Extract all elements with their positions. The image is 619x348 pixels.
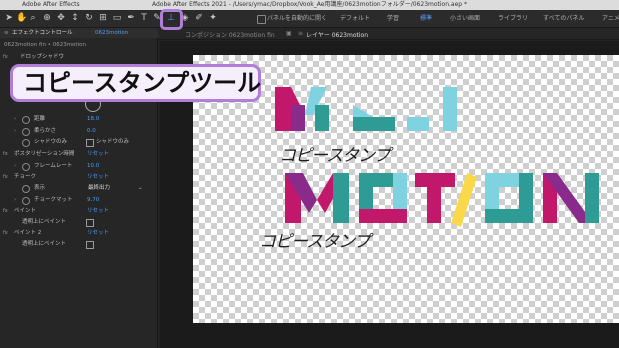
pen-tool-icon[interactable]: ✒ bbox=[126, 13, 136, 24]
panel-menu-icon[interactable]: ≡ bbox=[4, 28, 9, 38]
property-distance: › 距離 18.0 bbox=[0, 114, 158, 125]
twirl-right-icon[interactable]: › bbox=[14, 114, 16, 125]
app-menu-label[interactable]: Adobe After Effects bbox=[22, 0, 80, 10]
stopwatch-icon[interactable] bbox=[22, 197, 30, 205]
auto-open-panels-checkbox[interactable] bbox=[257, 15, 266, 24]
zoom-tool-icon[interactable]: ⌕ bbox=[28, 13, 38, 24]
tools-toolbar: ➤ ✋ ⌕ ⊕ ✥ ↕ ↻ ⊞ ▭ ✒ T ✎ ⊥ ◈ ✐ ✦ パネルを自動的に… bbox=[0, 10, 619, 28]
stamped-partial-row bbox=[275, 87, 457, 131]
tool-callout-label: コピースタンプツール bbox=[10, 64, 261, 102]
effect-row-choker[interactable]: fx チョーク リセット bbox=[0, 172, 158, 183]
frame-rate-value[interactable]: 10.0 bbox=[87, 161, 99, 172]
paint-reset-link[interactable]: リセット bbox=[87, 206, 109, 217]
paint2-reset-link[interactable]: リセット bbox=[87, 228, 109, 239]
stopwatch-icon[interactable] bbox=[22, 128, 30, 136]
workspace-animation[interactable]: アニメ bbox=[602, 14, 619, 24]
twirl-down-icon[interactable]: fx bbox=[3, 172, 8, 183]
distance-value[interactable]: 18.0 bbox=[87, 114, 99, 125]
softness-value[interactable]: 0.0 bbox=[87, 126, 96, 137]
workspace-default[interactable]: デフォルト bbox=[340, 14, 370, 24]
effect-breadcrumb: 0623motion fin • 0623motion bbox=[4, 42, 86, 48]
stopwatch-icon[interactable] bbox=[22, 139, 30, 147]
composition-tab[interactable]: コンポジション 0623motion fin bbox=[185, 30, 275, 39]
workspace-small-screen[interactable]: 小さい画面 bbox=[450, 14, 480, 24]
auto-open-panels-label: パネルを自動的に開く bbox=[267, 15, 328, 22]
hand-tool-icon[interactable]: ✋ bbox=[16, 13, 27, 24]
shadow-only-checkbox[interactable] bbox=[86, 139, 94, 147]
dolly-camera-tool-icon[interactable]: ↕ bbox=[70, 13, 80, 24]
property-softness: › 柔らかさ 0.0 bbox=[0, 126, 158, 137]
paint-on-transparent-checkbox[interactable] bbox=[86, 219, 94, 227]
viewer-tab-bar: コンポジション 0623motion fin ▣ ≡ レイヤー 0623moti… bbox=[158, 28, 619, 40]
window-title-bar: Adobe After Effects Adobe After Effects … bbox=[0, 0, 619, 10]
stamp-text-bottom: コピースタンプ bbox=[259, 232, 371, 252]
selection-tool-icon[interactable]: ➤ bbox=[4, 13, 14, 24]
lock-icon[interactable]: ▣ bbox=[286, 30, 292, 37]
stopwatch-icon[interactable] bbox=[22, 116, 30, 124]
puppet-pin-tool-icon[interactable]: ✦ bbox=[208, 13, 218, 24]
window-title: Adobe After Effects 2021 - /Users/ymac/D… bbox=[151, 1, 468, 8]
effect-row-paint-2[interactable]: fx ペイント 2 リセット bbox=[0, 228, 158, 239]
stopwatch-icon[interactable] bbox=[22, 163, 30, 171]
rotate-tool-icon[interactable]: ↻ bbox=[84, 13, 94, 24]
stamp-text-top: コピースタンプ bbox=[279, 146, 391, 166]
panel-menu-icon[interactable]: ≡ bbox=[298, 30, 303, 37]
twirl-down-icon[interactable]: fx bbox=[3, 52, 8, 63]
stopwatch-icon[interactable] bbox=[22, 185, 30, 193]
paint2-on-transparent-checkbox[interactable] bbox=[86, 241, 94, 249]
effect-row-paint[interactable]: fx ペイント リセット bbox=[0, 206, 158, 217]
choker-reset-link[interactable]: リセット bbox=[87, 172, 109, 183]
rectangle-tool-icon[interactable]: ▭ bbox=[112, 13, 122, 24]
effect-controls-tab-title: エフェクトコントロール bbox=[12, 30, 73, 36]
layer-tab[interactable]: レイヤー 0623motion bbox=[306, 30, 368, 39]
workspace-libraries[interactable]: ライブラリ bbox=[498, 14, 528, 24]
pan-camera-tool-icon[interactable]: ✥ bbox=[56, 13, 66, 24]
twirl-right-icon[interactable]: › bbox=[14, 161, 16, 172]
orbit-camera-tool-icon[interactable]: ⊕ bbox=[42, 13, 52, 24]
twirl-right-icon[interactable]: › bbox=[14, 195, 16, 206]
property-paint2-on-transparent: 透明上にペイント bbox=[0, 239, 158, 250]
motion-letters bbox=[285, 173, 599, 227]
twirl-down-icon[interactable]: fx bbox=[3, 228, 8, 239]
effect-row-drop-shadow[interactable]: fx ドロップシャドウ bbox=[0, 52, 158, 63]
effect-controls-tab[interactable]: ≡ エフェクトコントロール 0623motion bbox=[0, 28, 158, 38]
tool-highlight-frame bbox=[160, 9, 183, 30]
workspace-learn[interactable]: 学習 bbox=[387, 14, 399, 24]
property-frame-rate: › フレームレート 10.0 bbox=[0, 161, 158, 172]
view-dropdown[interactable]: 最終出力 bbox=[88, 183, 110, 194]
choke-matte-value[interactable]: 9.70 bbox=[87, 195, 99, 206]
twirl-right-icon[interactable]: › bbox=[14, 126, 16, 137]
twirl-down-icon[interactable]: fx bbox=[3, 149, 8, 160]
property-shadow-only: シャドウのみ シャドウのみ bbox=[0, 137, 158, 148]
twirl-down-icon[interactable]: fx bbox=[3, 206, 8, 217]
property-paint-on-transparent: 透明上にペイント bbox=[0, 217, 158, 228]
property-choke-matte: › チョークマット 9.70 bbox=[0, 195, 158, 206]
workspace-standard[interactable]: 標準 bbox=[420, 14, 432, 24]
property-view: 表示 最終出力 ⌄ bbox=[0, 183, 158, 194]
effect-controls-target: 0623motion bbox=[95, 30, 129, 36]
type-tool-icon[interactable]: T bbox=[139, 13, 149, 24]
roto-brush-tool-icon[interactable]: ✐ bbox=[194, 13, 204, 24]
chevron-down-icon[interactable]: ⌄ bbox=[138, 183, 143, 194]
anchor-point-tool-icon[interactable]: ⊞ bbox=[98, 13, 108, 24]
workspace-all-panels[interactable]: すべてのパネル bbox=[543, 14, 584, 24]
posterize-reset-link[interactable]: リセット bbox=[87, 149, 109, 160]
effect-row-posterize-time[interactable]: fx ポスタリゼーション時間 リセット bbox=[0, 149, 158, 160]
